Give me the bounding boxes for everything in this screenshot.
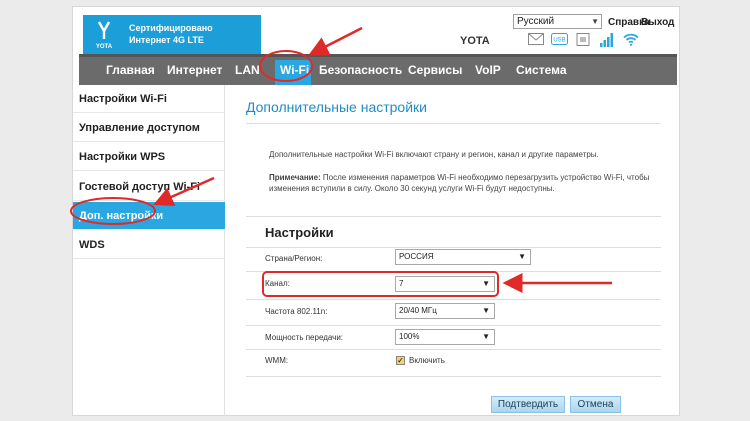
advanced-annotation-arrow bbox=[153, 176, 215, 207]
wifi-annotation-circle bbox=[259, 50, 313, 82]
channel-annotation-box bbox=[262, 271, 499, 297]
wifi-annotation-arrow bbox=[308, 26, 363, 56]
annotation-overlay bbox=[70, 26, 612, 297]
advanced-annotation-circle bbox=[70, 197, 156, 225]
